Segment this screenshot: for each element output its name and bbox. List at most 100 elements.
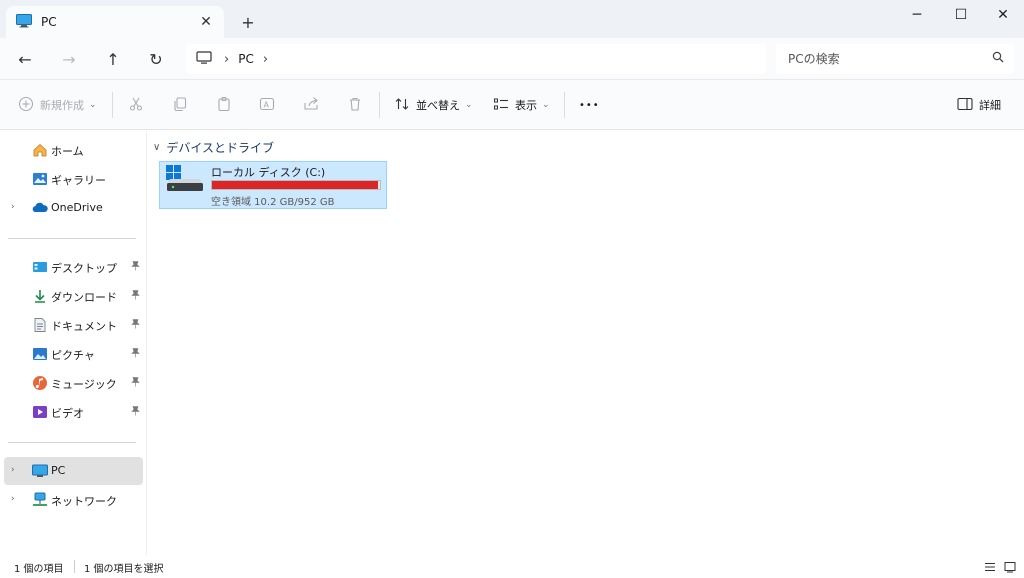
details-button[interactable]: 詳細: [957, 92, 1001, 118]
sidebar-item-pc[interactable]: › PC: [4, 457, 143, 485]
command-bar: 新規作成 ⌄ A 並べ替え ⌄ 表示 ⌄ ••• 詳細: [0, 80, 1024, 130]
tab-close-button[interactable]: ✕: [196, 12, 216, 32]
sidebar-item-label: ホーム: [51, 145, 84, 158]
chevron-right-icon[interactable]: ›: [11, 465, 15, 475]
home-icon: [32, 142, 48, 158]
tiles-view-icon[interactable]: [1002, 559, 1018, 575]
sidebar-item-label: OneDrive: [51, 201, 103, 214]
close-window-button[interactable]: ✕: [980, 0, 1024, 30]
view-button[interactable]: 表示 ⌄: [493, 92, 550, 118]
tab-pc[interactable]: PC ✕: [6, 6, 224, 38]
group-header-devices[interactable]: ∨ デバイスとドライブ: [153, 139, 274, 156]
sidebar-item-network[interactable]: › ネットワーク: [4, 486, 143, 514]
pc-icon: [16, 13, 32, 31]
minimize-button[interactable]: ─: [894, 0, 940, 30]
network-icon: [32, 492, 48, 508]
sort-button[interactable]: 並べ替え ⌄: [394, 92, 473, 118]
breadcrumb-separator: ›: [224, 51, 230, 67]
back-button[interactable]: ←: [12, 46, 38, 72]
new-plus-icon: [18, 96, 34, 115]
chevron-right-icon[interactable]: ›: [11, 494, 15, 504]
gallery-icon: [32, 171, 48, 187]
search-box[interactable]: [776, 44, 1014, 74]
refresh-button[interactable]: ↻: [143, 46, 169, 72]
up-button[interactable]: ↑: [100, 46, 126, 72]
sidebar-divider: [8, 442, 136, 443]
sidebar-item-label: デスクトップ: [51, 262, 117, 275]
search-input[interactable]: [788, 52, 978, 66]
pictures-icon: [32, 346, 48, 362]
chevron-right-icon[interactable]: ›: [11, 202, 15, 212]
new-button-label: 新規作成: [40, 99, 84, 112]
status-divider: [74, 560, 75, 573]
computer-icon: [196, 50, 212, 68]
divider: [112, 92, 113, 118]
paste-button[interactable]: [216, 92, 232, 118]
pin-icon[interactable]: [131, 319, 140, 332]
details-view-icon[interactable]: [982, 559, 998, 575]
share-button[interactable]: [303, 92, 319, 118]
rename-icon: A: [259, 96, 275, 115]
drive-tile-c[interactable]: ローカル ディスク (C:) 空き領域 10.2 GB/952 GB: [159, 161, 387, 209]
sidebar-item-label: PC: [51, 464, 66, 477]
chevron-down-icon: ⌄: [89, 100, 97, 110]
pin-icon[interactable]: [131, 290, 140, 303]
breadcrumb-pc[interactable]: PC: [238, 52, 254, 66]
sidebar-item-label: ネットワーク: [51, 495, 117, 508]
drive-usage-bar: [211, 180, 381, 190]
sidebar-item-desktop[interactable]: デスクトップ: [4, 253, 143, 281]
delete-button[interactable]: [347, 92, 363, 118]
pin-icon[interactable]: [131, 261, 140, 274]
tab-title: PC: [41, 15, 57, 29]
sort-label: 並べ替え: [416, 99, 460, 112]
pin-icon[interactable]: [131, 406, 140, 419]
documents-icon: [32, 317, 48, 333]
sidebar-divider: [8, 238, 136, 239]
sidebar-item-videos[interactable]: ビデオ: [4, 398, 143, 426]
forward-button[interactable]: →: [56, 46, 82, 72]
onedrive-icon: [32, 200, 48, 216]
sidebar-item-label: ビデオ: [51, 407, 84, 420]
sidebar-item-onedrive[interactable]: › OneDrive: [4, 194, 143, 222]
address-row: ← → ↑ ↻ › PC ›: [0, 38, 1024, 80]
sidebar-item-downloads[interactable]: ダウンロード: [4, 282, 143, 310]
new-button[interactable]: 新規作成 ⌄: [18, 92, 97, 118]
sidebar-item-label: ダウンロード: [51, 291, 117, 304]
sidebar-item-music[interactable]: ミュージック: [4, 369, 143, 397]
status-bar: 1 個の項目 1 個の項目を選択: [0, 556, 1024, 578]
item-count: 1 個の項目: [14, 564, 64, 575]
share-icon: [303, 96, 319, 115]
group-title: デバイスとドライブ: [166, 141, 274, 155]
chevron-down-icon: ⌄: [542, 100, 550, 110]
chevron-down-icon: ⌄: [465, 100, 473, 110]
sidebar-item-home[interactable]: ホーム: [4, 136, 143, 164]
sidebar-item-label: ドキュメント: [51, 320, 117, 333]
view-list-icon: [493, 96, 509, 115]
details-pane-icon: [957, 97, 973, 114]
cut-button[interactable]: [128, 92, 144, 118]
sort-icon: [394, 96, 410, 115]
sidebar-item-pictures[interactable]: ピクチャ: [4, 340, 143, 368]
trash-icon: [347, 96, 363, 115]
title-bar: PC ✕ + ─ ☐ ✕: [0, 0, 1024, 38]
pin-icon[interactable]: [131, 377, 140, 390]
address-bar[interactable]: › PC ›: [186, 44, 766, 74]
divider: [379, 92, 380, 118]
rename-button[interactable]: A: [259, 92, 275, 118]
copy-button[interactable]: [172, 92, 188, 118]
desktop-icon: [32, 259, 48, 275]
music-icon: [32, 375, 48, 391]
drive-free-space: 空き領域 10.2 GB/952 GB: [211, 197, 335, 208]
new-tab-button[interactable]: +: [236, 10, 260, 34]
breadcrumb-chevron[interactable]: ›: [263, 52, 268, 67]
maximize-button[interactable]: ☐: [938, 0, 984, 30]
sidebar-item-label: ギャラリー: [51, 174, 106, 187]
more-options-button[interactable]: •••: [579, 92, 600, 118]
sidebar-item-gallery[interactable]: ギャラリー: [4, 165, 143, 193]
details-label: 詳細: [979, 99, 1001, 112]
view-label: 表示: [515, 99, 537, 112]
sidebar-item-documents[interactable]: ドキュメント: [4, 311, 143, 339]
pin-icon[interactable]: [131, 348, 140, 361]
videos-icon: [32, 404, 48, 420]
download-icon: [32, 288, 48, 304]
